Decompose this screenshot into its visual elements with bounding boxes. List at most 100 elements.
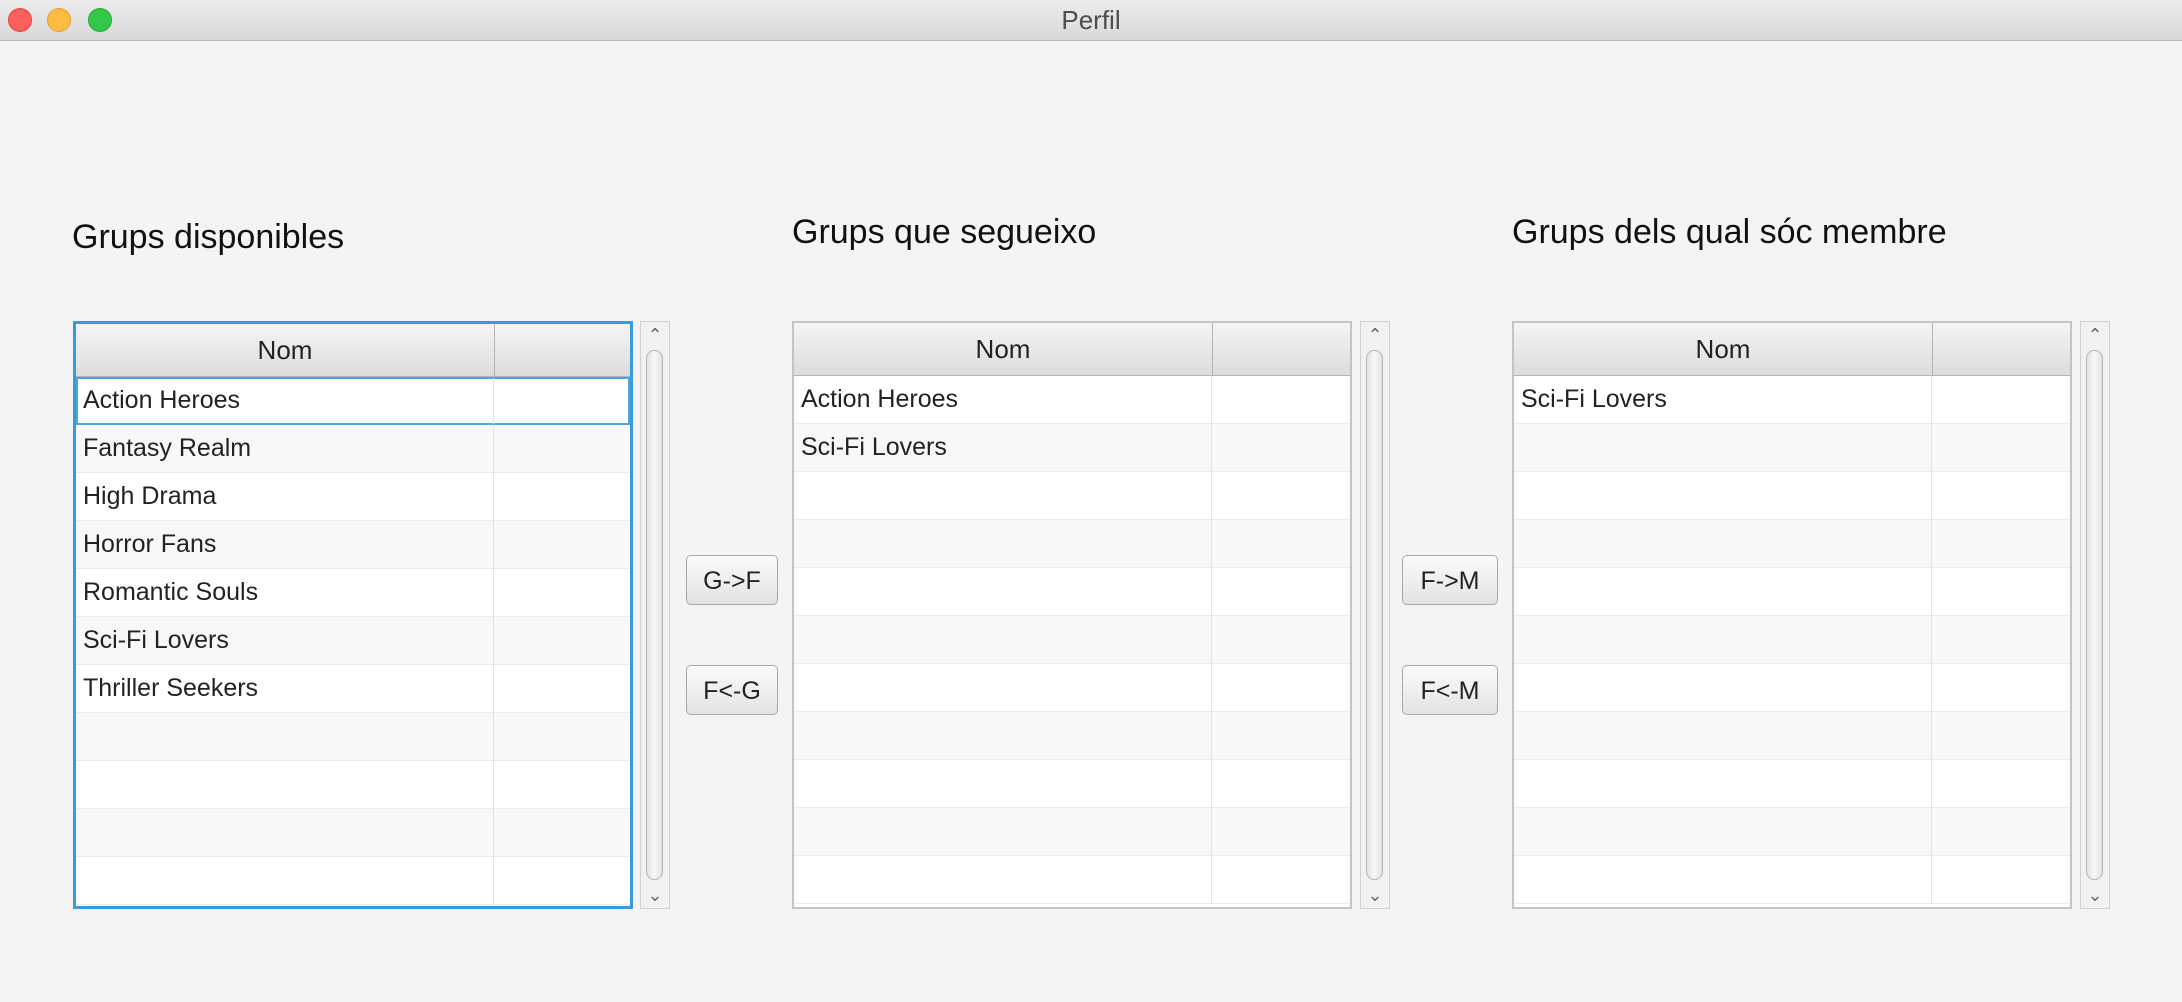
following-groups-scrollbar[interactable]: ⌃ ⌄ bbox=[1360, 321, 1390, 909]
chevron-up-icon[interactable]: ⌃ bbox=[2081, 322, 2109, 348]
cell-empty[interactable] bbox=[494, 809, 630, 857]
move-to-following-button[interactable]: G->F bbox=[686, 555, 778, 605]
cell-empty[interactable] bbox=[1212, 760, 1350, 808]
cell-nom[interactable]: Romantic Souls bbox=[76, 569, 494, 617]
cell-empty[interactable] bbox=[1932, 376, 2070, 424]
cell-nom[interactable] bbox=[794, 568, 1212, 616]
cell-empty[interactable] bbox=[1932, 424, 2070, 472]
cell-nom[interactable] bbox=[1514, 520, 1932, 568]
table-row[interactable]: High Drama bbox=[76, 473, 630, 521]
cell-nom[interactable] bbox=[76, 809, 494, 857]
cell-nom[interactable] bbox=[794, 664, 1212, 712]
cell-empty[interactable] bbox=[1932, 760, 2070, 808]
available-groups-table[interactable]: Nom Action Heroes Fantasy Realm High Drama… bbox=[73, 321, 633, 909]
table-row[interactable]: Horror Fans bbox=[76, 521, 630, 569]
cell-empty[interactable] bbox=[1932, 568, 2070, 616]
scroll-thumb[interactable] bbox=[646, 350, 663, 880]
cell-nom[interactable] bbox=[76, 761, 494, 809]
table-row[interactable] bbox=[1514, 856, 2070, 904]
table-row[interactable] bbox=[794, 808, 1350, 856]
cell-empty[interactable] bbox=[494, 473, 630, 521]
cell-nom[interactable]: Action Heroes bbox=[794, 376, 1212, 424]
table-row[interactable] bbox=[1514, 472, 2070, 520]
table-row[interactable] bbox=[794, 472, 1350, 520]
cell-nom[interactable] bbox=[1514, 760, 1932, 808]
table-row[interactable] bbox=[794, 664, 1350, 712]
cell-empty[interactable] bbox=[494, 377, 630, 425]
scroll-thumb[interactable] bbox=[2086, 350, 2103, 880]
table-row[interactable] bbox=[76, 857, 630, 905]
cell-empty[interactable] bbox=[1212, 424, 1350, 472]
member-groups-table[interactable]: Nom Sci-Fi Lovers bbox=[1512, 321, 2072, 909]
cell-empty[interactable] bbox=[1932, 808, 2070, 856]
cell-nom[interactable]: High Drama bbox=[76, 473, 494, 521]
cell-empty[interactable] bbox=[1212, 472, 1350, 520]
cell-empty[interactable] bbox=[1212, 616, 1350, 664]
table-row[interactable] bbox=[794, 760, 1350, 808]
cell-empty[interactable] bbox=[494, 665, 630, 713]
cell-nom[interactable] bbox=[1514, 568, 1932, 616]
cell-empty[interactable] bbox=[1212, 376, 1350, 424]
cell-nom[interactable] bbox=[794, 472, 1212, 520]
cell-empty[interactable] bbox=[1932, 616, 2070, 664]
table-row[interactable] bbox=[1514, 760, 2070, 808]
cell-nom[interactable]: Sci-Fi Lovers bbox=[794, 424, 1212, 472]
cell-empty[interactable] bbox=[1932, 472, 2070, 520]
column-header-empty[interactable] bbox=[1213, 323, 1350, 375]
cell-nom[interactable]: Sci-Fi Lovers bbox=[76, 617, 494, 665]
chevron-down-icon[interactable]: ⌄ bbox=[2081, 882, 2109, 908]
chevron-up-icon[interactable]: ⌃ bbox=[1361, 322, 1389, 348]
chevron-down-icon[interactable]: ⌄ bbox=[641, 882, 669, 908]
scroll-thumb[interactable] bbox=[1366, 350, 1383, 880]
cell-nom[interactable] bbox=[76, 713, 494, 761]
cell-nom[interactable] bbox=[1514, 472, 1932, 520]
remove-from-member-button[interactable]: F<-M bbox=[1402, 665, 1498, 715]
table-row[interactable]: Fantasy Realm bbox=[76, 425, 630, 473]
cell-empty[interactable] bbox=[494, 521, 630, 569]
cell-empty[interactable] bbox=[494, 761, 630, 809]
remove-from-following-button[interactable]: F<-G bbox=[686, 665, 778, 715]
cell-nom[interactable] bbox=[1514, 664, 1932, 712]
cell-nom[interactable] bbox=[1514, 712, 1932, 760]
table-row[interactable] bbox=[76, 809, 630, 857]
cell-nom[interactable] bbox=[1514, 856, 1932, 904]
cell-nom[interactable] bbox=[1514, 808, 1932, 856]
cell-nom[interactable] bbox=[794, 712, 1212, 760]
cell-empty[interactable] bbox=[1932, 664, 2070, 712]
table-row[interactable]: Sci-Fi Lovers bbox=[76, 617, 630, 665]
cell-nom[interactable] bbox=[794, 616, 1212, 664]
table-row[interactable] bbox=[794, 520, 1350, 568]
table-row[interactable]: Action Heroes bbox=[794, 376, 1350, 424]
table-row[interactable] bbox=[794, 712, 1350, 760]
column-header-nom[interactable]: Nom bbox=[76, 324, 495, 376]
cell-empty[interactable] bbox=[494, 857, 630, 905]
cell-nom[interactable] bbox=[794, 856, 1212, 904]
cell-empty[interactable] bbox=[1932, 520, 2070, 568]
column-header-empty[interactable] bbox=[1933, 323, 2070, 375]
table-row[interactable]: Sci-Fi Lovers bbox=[794, 424, 1350, 472]
table-row[interactable]: Sci-Fi Lovers bbox=[1514, 376, 2070, 424]
cell-nom[interactable] bbox=[1514, 616, 1932, 664]
table-row[interactable]: Romantic Souls bbox=[76, 569, 630, 617]
cell-empty[interactable] bbox=[1212, 856, 1350, 904]
cell-nom[interactable]: Sci-Fi Lovers bbox=[1514, 376, 1932, 424]
cell-nom[interactable]: Action Heroes bbox=[76, 377, 494, 425]
cell-empty[interactable] bbox=[1212, 664, 1350, 712]
cell-nom[interactable] bbox=[794, 760, 1212, 808]
cell-empty[interactable] bbox=[494, 713, 630, 761]
cell-nom[interactable] bbox=[794, 520, 1212, 568]
table-row[interactable] bbox=[794, 856, 1350, 904]
cell-nom[interactable]: Thriller Seekers bbox=[76, 665, 494, 713]
cell-empty[interactable] bbox=[494, 617, 630, 665]
table-row[interactable] bbox=[794, 616, 1350, 664]
cell-empty[interactable] bbox=[1932, 712, 2070, 760]
cell-empty[interactable] bbox=[494, 425, 630, 473]
chevron-down-icon[interactable]: ⌄ bbox=[1361, 882, 1389, 908]
table-row[interactable] bbox=[1514, 520, 2070, 568]
cell-empty[interactable] bbox=[1212, 808, 1350, 856]
move-to-member-button[interactable]: F->M bbox=[1402, 555, 1498, 605]
table-row[interactable] bbox=[1514, 424, 2070, 472]
cell-nom[interactable]: Horror Fans bbox=[76, 521, 494, 569]
column-header-nom[interactable]: Nom bbox=[794, 323, 1213, 375]
table-row[interactable] bbox=[1514, 712, 2070, 760]
